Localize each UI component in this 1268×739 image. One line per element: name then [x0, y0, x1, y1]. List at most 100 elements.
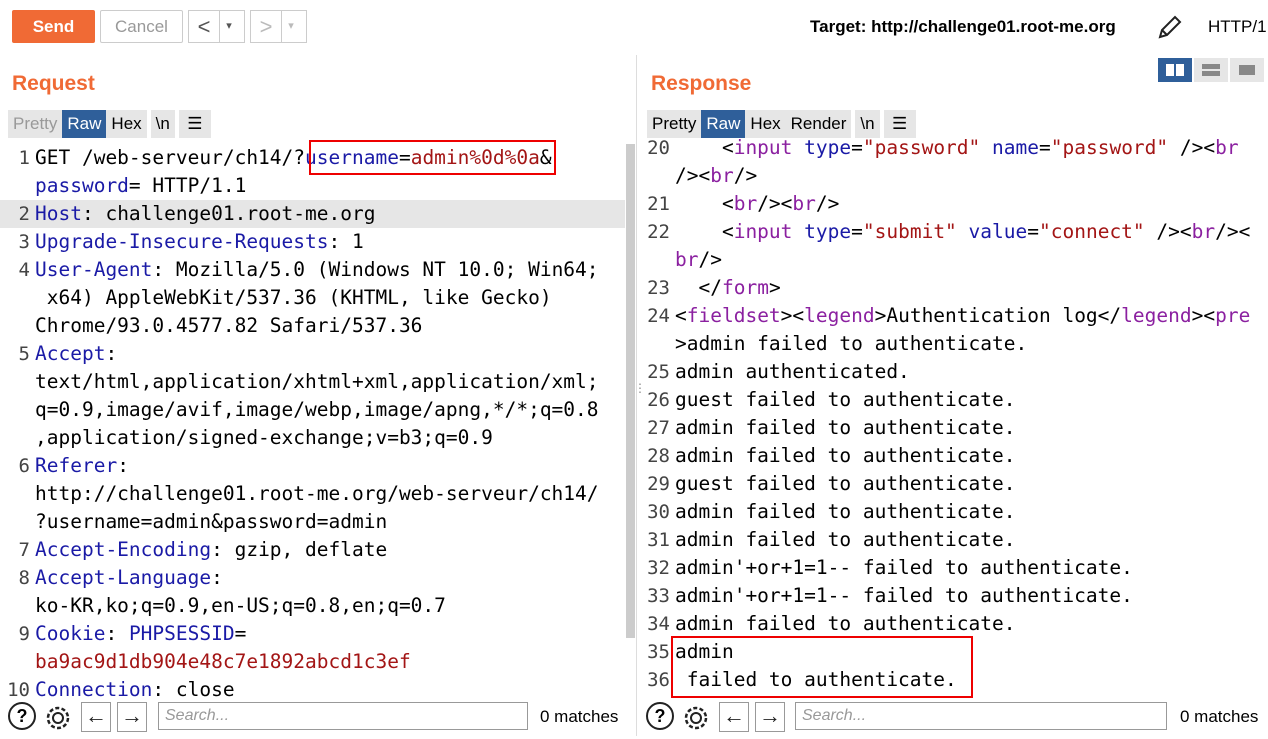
code-line: guest failed to authenticate. [675, 470, 1015, 498]
line-number: 6 [18, 455, 30, 477]
code-token: : [105, 622, 129, 645]
code-token: = HTTP/1.1 [128, 174, 247, 197]
code-line: ba9ac9d1db904e48c7e1892abcd1c3ef [35, 648, 411, 676]
code-token: ,application/signed-exchange;v=b3;q=0.9 [35, 426, 493, 449]
code-line: User-Agent: Mozilla/5.0 (Windows NT 10.0… [35, 256, 599, 284]
code-line: ?username=admin&password=admin [35, 508, 387, 536]
code-token: < [675, 136, 734, 159]
response-highlight-box [671, 636, 973, 698]
help-icon[interactable]: ? [646, 702, 674, 730]
code-token: admin failed to authenticate. [675, 444, 1016, 467]
code-token: >Authentication log</ [874, 304, 1122, 327]
search-prev-arrow-icon[interactable]: ← [719, 702, 749, 732]
request-search-bar: ? ← → Search... 0 matches [0, 700, 636, 736]
cancel-button[interactable]: Cancel [100, 10, 183, 43]
response-editor[interactable]: 20 <input type="password" name="password… [640, 136, 1268, 698]
request-search-input[interactable]: Search... [158, 702, 528, 730]
request-tabs: Pretty Raw Hex \n ☰ [8, 110, 211, 138]
tab-raw[interactable]: Raw [701, 110, 746, 138]
tab-hex[interactable]: Hex [745, 110, 786, 138]
code-token: admin failed to authenticate. [675, 528, 1016, 551]
code-line: q=0.9,image/avif,image/webp,image/apng,*… [35, 396, 599, 424]
line-number: 10 [7, 679, 30, 700]
panel-divider[interactable] [636, 55, 637, 736]
code-token: Host [35, 202, 82, 225]
code-token: admin failed to authenticate. [675, 612, 1016, 635]
code-line: Cookie: PHPSESSID= [35, 620, 246, 648]
code-token: ko-KR,ko;q=0.9,en-US;q=0.8,en;q=0.7 [35, 594, 446, 617]
line-number: 4 [18, 259, 30, 281]
back-nav-group[interactable]: < ▾ [188, 10, 245, 43]
line-number: 31 [647, 529, 670, 551]
search-next-arrow-icon[interactable]: → [117, 702, 147, 732]
settings-gear-icon[interactable] [42, 702, 74, 734]
code-token: Accept-Language [35, 566, 212, 589]
code-token: br [792, 192, 816, 215]
code-token: = [1027, 220, 1039, 243]
code-token: q=0.9,image/avif,image/webp,image/apng,*… [35, 398, 599, 421]
code-token: < [675, 220, 734, 243]
code-token: "password" [862, 136, 981, 159]
code-token: Cookie [35, 622, 106, 645]
back-arrow-icon[interactable]: < [189, 11, 219, 42]
code-line: <fieldset><legend>Authentication log</le… [675, 302, 1250, 330]
http-version-label[interactable]: HTTP/1 [1208, 17, 1267, 37]
single-view-icon[interactable] [1230, 58, 1264, 82]
search-next-arrow-icon[interactable]: → [755, 702, 785, 732]
code-line: admin failed to authenticate. [675, 526, 1015, 554]
line-number: 25 [647, 361, 670, 383]
code-token: "submit" [862, 220, 957, 243]
code-line: <input type="password" name="password" /… [675, 136, 1239, 162]
code-line: http://challenge01.root-me.org/web-serve… [35, 480, 599, 508]
code-token: input [733, 220, 793, 243]
send-button[interactable]: Send [12, 10, 95, 43]
line-number: 32 [647, 557, 670, 579]
code-token: : [117, 454, 129, 477]
forward-nav-group[interactable]: > ▾ [250, 10, 307, 43]
tab-newline[interactable]: \n [855, 110, 880, 138]
tab-pretty[interactable]: Pretty [647, 110, 702, 138]
back-history-dropdown-icon[interactable]: ▾ [219, 11, 238, 42]
line-number: 26 [647, 389, 670, 411]
code-line: Chrome/93.0.4577.82 Safari/537.36 [35, 312, 422, 340]
help-icon[interactable]: ? [8, 702, 36, 730]
tab-raw[interactable]: Raw [62, 110, 107, 138]
tab-pretty[interactable]: Pretty [8, 110, 63, 138]
code-line: <input type="submit" value="connect" /><… [675, 218, 1250, 246]
username-highlight-box [309, 140, 556, 175]
code-token: >< [1191, 304, 1216, 327]
hamburger-icon[interactable]: ☰ [178, 110, 211, 138]
code-token: >< [780, 304, 805, 327]
tab-hex[interactable]: Hex [106, 110, 147, 138]
request-editor[interactable]: 1 GET /web-serveur/ch14/?username=admin%0… [0, 144, 625, 700]
request-title: Request [12, 72, 95, 95]
tab-render[interactable]: Render [785, 110, 852, 138]
forward-arrow-icon[interactable]: > [251, 11, 281, 42]
hamburger-icon[interactable]: ☰ [883, 110, 916, 138]
pencil-icon[interactable] [1155, 12, 1185, 42]
code-line: Host: challenge01.root-me.org [35, 200, 375, 228]
line-number: 27 [647, 417, 670, 439]
tab-newline[interactable]: \n [150, 110, 175, 138]
code-line: admin authenticated. [675, 358, 910, 386]
line-number: 2 [18, 203, 30, 225]
code-token: legend [804, 304, 875, 327]
code-line: Upgrade-Insecure-Requests: 1 [35, 228, 364, 256]
code-token: admin'+or+1=1-- failed to authenticate. [675, 584, 1133, 607]
side-by-side-view-icon[interactable] [1158, 58, 1192, 82]
code-token: >admin failed to authenticate. [675, 332, 1028, 355]
settings-gear-icon[interactable] [680, 702, 712, 734]
forward-history-dropdown-icon[interactable]: ▾ [281, 11, 300, 42]
code-token: "connect" [1039, 220, 1145, 243]
code-token: User-Agent [35, 258, 153, 281]
code-token: br [675, 248, 699, 271]
code-token: type [804, 136, 852, 159]
view-layout-toggle [1158, 58, 1264, 82]
stacked-view-icon[interactable] [1194, 58, 1228, 82]
code-token: text/html,application/xhtml+xml,applicat… [35, 370, 599, 393]
code-token: value [968, 220, 1028, 243]
search-prev-arrow-icon[interactable]: ← [81, 702, 111, 732]
response-search-input[interactable]: Search... [795, 702, 1167, 730]
code-token: /> [698, 248, 722, 271]
